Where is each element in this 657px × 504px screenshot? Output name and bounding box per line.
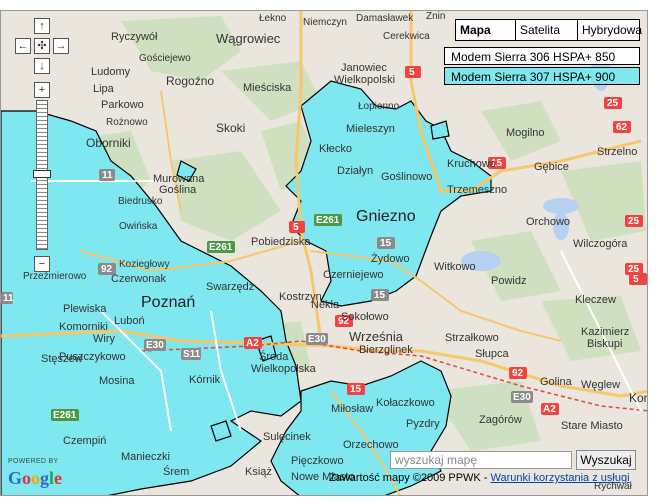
overlay-sierra-307-button[interactable]: Modem Sierra 307 HSPA+ 900 (444, 67, 640, 85)
copyright-text: Zawartość mapy ©2009 PPWK - (329, 472, 491, 484)
place-label-miloslaw: Miłosław (331, 403, 374, 415)
place-label-zydowo: Żydowo (371, 253, 410, 265)
place-label-wiry: Wiry (93, 333, 115, 345)
place-label-witkowo: Witkowo (434, 261, 476, 273)
place-label-oborniki: Oborniki (86, 136, 131, 150)
place-label-mielzyn: Mieleszyn (346, 123, 395, 135)
place-label-komorniki: Komorniki (59, 321, 108, 333)
place-label-wilczogora: Wilczogóra (573, 238, 628, 250)
place-label-weglew: Węglew (581, 379, 621, 391)
powered-by-label: POWERED BY (8, 458, 59, 465)
pan-down-button[interactable]: ↓ (34, 58, 50, 74)
place-label-sroda: Środa (259, 351, 289, 363)
terms-link[interactable]: Warunki korzystania z usługi (491, 472, 630, 484)
place-label-swarzedz: Swarzędz (206, 281, 255, 293)
place-label-cerekwica: Cerekwica (383, 31, 430, 42)
place-label-biskupi: Biskupi (587, 338, 623, 350)
place-label-wielkopolska: Wielkopolska (251, 363, 316, 375)
place-label-sulecinek: Sulęcinek (263, 431, 311, 443)
place-label-gniezno: Gniezno (356, 208, 416, 225)
place-label-niemczyn: Niemczyn (303, 17, 347, 28)
place-label-lubon: Luboń (114, 315, 145, 327)
place-label-lopienno: Łopienno (358, 101, 400, 112)
place-label-rogozno: Rogoźno (166, 74, 215, 88)
place-label-slupca: Słupca (475, 348, 509, 360)
google-logo: Google (8, 468, 63, 488)
place-label-znin: Żnin (426, 11, 446, 22)
zoom-in-button[interactable]: + (34, 82, 50, 98)
place-label-kleczew: Kleczew (575, 294, 616, 306)
place-label-stare_miasto: Stare Miasto (561, 420, 623, 432)
place-label-strzelno: Strzelno (597, 146, 638, 158)
place-label-bierzglinek: Bierzglinek (359, 344, 413, 356)
zoom-slider-thumb[interactable] (33, 170, 51, 178)
place-label-kruchowo: Kruchowo (447, 158, 496, 170)
place-label-strzalkowo: Strzałkowo (445, 332, 499, 344)
place-label-damaslawek: Damasławek (356, 13, 414, 24)
place-label-mieściska: Mieściska (243, 82, 292, 94)
place-label-klecko: Kłecko (319, 143, 353, 155)
map-footer: Zawartość mapy ©2009 PPWK - Warunki korz… (329, 472, 630, 484)
place-label-skoki: Skoki (216, 121, 246, 135)
place-label-ludomy: Ludomy (91, 66, 131, 78)
place-label-wielkopolski: Wielkopolski (334, 74, 396, 86)
place-label-lipa: Lipa (93, 83, 114, 95)
place-label-mosina: Mosina (99, 375, 135, 387)
place-label-czerwonak: Czerwonak (111, 273, 167, 285)
place-label-koziegłowy: Koziegłowy (119, 259, 170, 270)
search-input[interactable]: wyszukaj mapę (390, 451, 572, 469)
place-label-parkowo: Parkowo (101, 99, 144, 111)
map-type-mapa-button[interactable]: Mapa (456, 20, 515, 40)
place-label-orchowo: Orchowo (526, 216, 571, 228)
place-label-wrzesnia: Września (349, 329, 403, 344)
search-button[interactable]: Wyszukaj (576, 450, 636, 470)
place-label-wagrowiec: Wągrowiec (216, 31, 281, 46)
place-label-steszew: Stęszew (41, 353, 83, 365)
place-label-lekno: Łekno (259, 13, 287, 24)
place-label-goslina: Goślina (159, 184, 197, 196)
pan-up-button[interactable]: ↑ (34, 18, 50, 34)
pan-right-button[interactable]: → (53, 38, 69, 54)
place-label-biedrusko: Biedrusko (118, 196, 163, 207)
place-label-trzemeszno: Trzemeszno (447, 184, 508, 196)
place-label-srem: Śrem (163, 466, 190, 478)
place-label-konin: Kon (629, 391, 647, 405)
place-label-plewiska: Plewiska (63, 303, 107, 315)
place-label-kolaczkowo: Kołaczkowo (376, 397, 435, 409)
place-label-goslinowo: Goślinowo (381, 171, 433, 183)
place-label-mogilno: Mogilno (506, 127, 545, 139)
map-type-satelita-button[interactable]: Satelita (515, 20, 577, 40)
place-label-rozowo: Rożnowo (106, 117, 148, 128)
place-label-gebice: Gębice (534, 161, 569, 173)
place-label-kornik: Kórnik (189, 374, 221, 386)
place-label-goscie: Gościejewo (139, 53, 191, 64)
place-label-pyzdry: Pyzdry (406, 418, 440, 430)
place-label-ryczywol: Ryczywół (111, 31, 158, 43)
place-label-nekla: Nekla (311, 299, 340, 311)
place-label-powidz: Powidz (491, 275, 527, 287)
place-label-pobiedziska: Pobiedziska (251, 236, 311, 248)
place-label-sokolowo: Sokołowo (341, 311, 389, 323)
pan-left-button[interactable]: ← (15, 38, 31, 54)
place-label-poznan: Poznań (141, 294, 196, 311)
place-label-dzialyn: Działyn (337, 165, 374, 177)
place-label-zagorow: Zagórów (479, 414, 522, 426)
place-label-kazimierz: Kazimierz (581, 326, 630, 338)
place-label-janowiec: Janowiec (341, 62, 387, 74)
map-type-hybrydowa-button[interactable]: Hybrydowa (577, 20, 642, 40)
place-label-orzechowo: Orzechowo (343, 439, 399, 451)
place-label-ksiaz: Książ (245, 466, 272, 478)
zoom-out-button[interactable]: − (34, 256, 50, 272)
place-label-pieczkowo: Pięczkowo (291, 455, 344, 467)
place-label-golina: Golina (540, 376, 572, 388)
place-label-przezmierowo: Przeźmierowo (23, 271, 87, 282)
place-label-manieczki: Manieczki (121, 451, 170, 463)
map-type-selector: Mapa Satelita Hybrydowa (455, 19, 642, 41)
place-label-czerniejewo: Czerniejewo (323, 269, 384, 281)
place-label-owinska: Owińska (119, 221, 158, 232)
pan-center-button[interactable]: ✣ (34, 38, 50, 54)
header-strip (0, 0, 657, 10)
place-label-czempin: Czempiń (63, 435, 107, 447)
overlay-sierra-306-button[interactable]: Modem Sierra 306 HSPA+ 850 (444, 47, 640, 65)
